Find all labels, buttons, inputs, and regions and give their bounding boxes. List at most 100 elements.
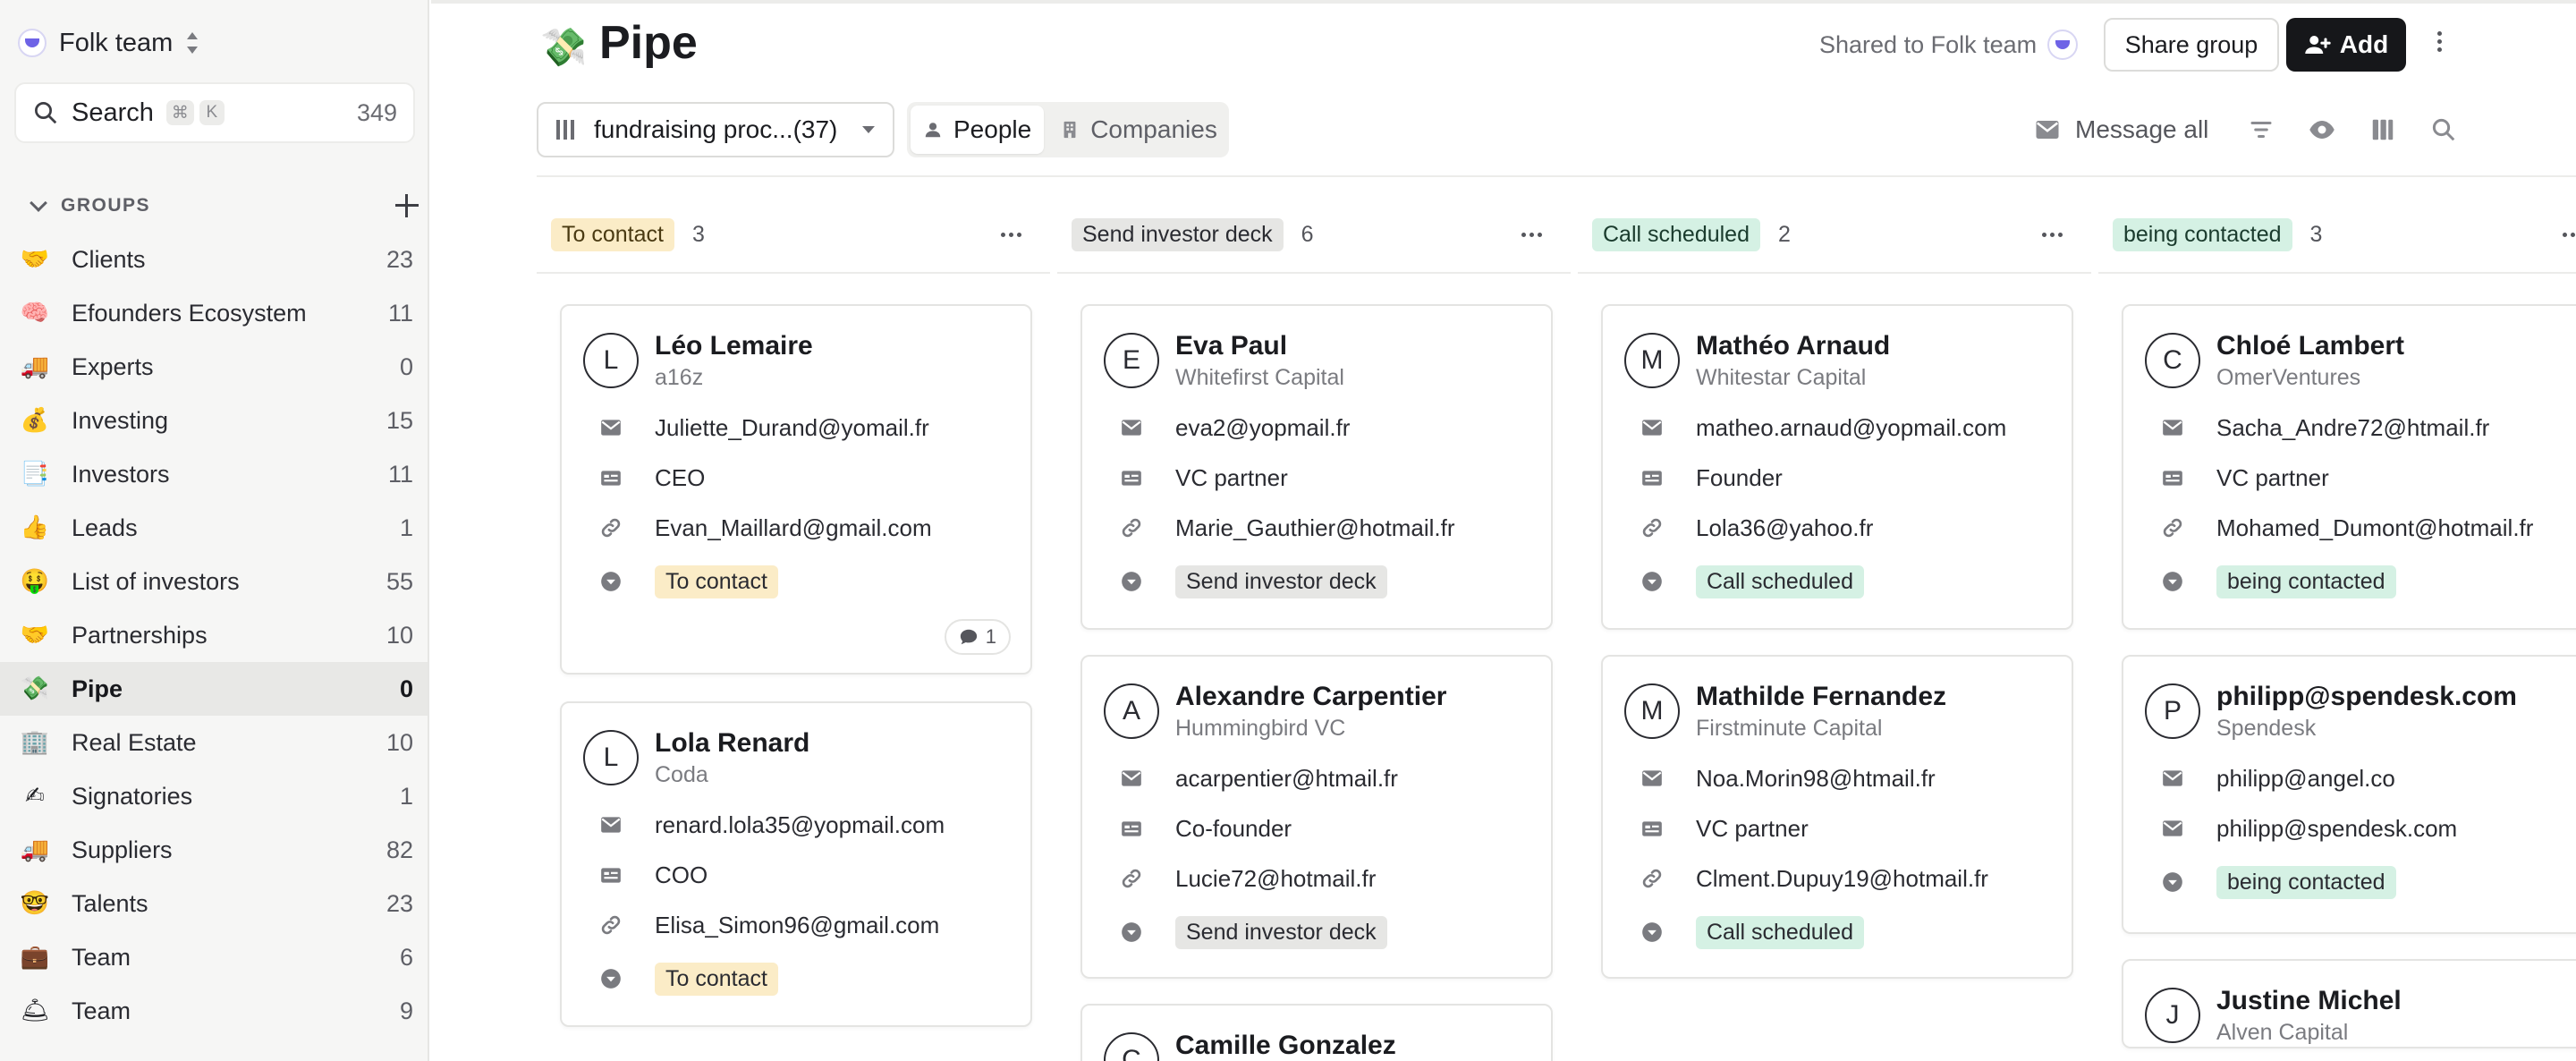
comments-button[interactable]: 1: [945, 619, 1011, 655]
eye-icon[interactable]: [2309, 116, 2335, 143]
card-field-row[interactable]: To contact: [562, 954, 1030, 1004]
card-field-row[interactable]: To contact: [562, 556, 1030, 607]
card-field-row[interactable]: Co-founder: [1082, 803, 1551, 853]
contact-card[interactable]: EEva PaulWhitefirst Capitaleva2@yopmail.…: [1080, 304, 1553, 630]
search-icon[interactable]: [2430, 116, 2457, 143]
contact-card[interactable]: AAlexandre CarpentierHummingbird VCacarp…: [1080, 655, 1553, 979]
sidebar-group-item[interactable]: 📑Investors11: [0, 447, 428, 501]
card-field-row[interactable]: VC partner: [1603, 803, 2072, 853]
sidebar-group-item[interactable]: 🚚Suppliers82: [0, 823, 428, 877]
card-field-row[interactable]: Clment.Dupuy19@hotmail.fr: [1603, 853, 2072, 904]
card-field-row[interactable]: Juliette_Durand@yomail.fr: [562, 403, 1030, 453]
tab-companies[interactable]: Companies: [1047, 106, 1230, 154]
card-field-row[interactable]: Marie_Gauthier@hotmail.fr: [1082, 503, 1551, 553]
contact-card[interactable]: LLola RenardCodarenard.lola35@yopmail.co…: [560, 701, 1032, 1027]
contact-name[interactable]: Camille Gonzalez: [1175, 1031, 1396, 1061]
contact-card[interactable]: MMathilde FernandezFirstminute CapitalNo…: [1601, 655, 2073, 979]
contact-company: OmerVentures: [2216, 365, 2360, 391]
contact-card[interactable]: LLéo Lemairea16zJuliette_Durand@yomail.f…: [560, 304, 1032, 675]
card-field-row[interactable]: Elisa_Simon96@gmail.com: [562, 900, 1030, 950]
card-field-row[interactable]: Lucie72@hotmail.fr: [1082, 853, 1551, 904]
add-group-icon[interactable]: [394, 192, 420, 219]
contact-card[interactable]: MMathéo ArnaudWhitestar Capitalmatheo.ar…: [1601, 304, 2073, 630]
tab-people-label: People: [953, 115, 1031, 144]
contact-name[interactable]: Eva Paul: [1175, 331, 1287, 361]
contact-name[interactable]: Alexandre Carpentier: [1175, 682, 1446, 712]
card-field-row[interactable]: being contacted: [2123, 857, 2576, 907]
sidebar-group-item[interactable]: 🚚Experts0: [0, 340, 428, 394]
sidebar-group-item[interactable]: 🤝Clients23: [0, 233, 428, 286]
card-field-row[interactable]: Sacha_Andre72@htmail.fr: [2123, 403, 2576, 453]
sidebar-group-item[interactable]: ✍Signatories1: [0, 769, 428, 823]
add-button[interactable]: Add: [2286, 18, 2406, 72]
sidebar-group-item[interactable]: 🤝Partnerships10: [0, 608, 428, 662]
card-field-row[interactable]: Lola36@yahoo.fr: [1603, 503, 2072, 553]
share-group-button[interactable]: Share group: [2104, 18, 2279, 72]
card-field-row[interactable]: Send investor deck: [1082, 907, 1551, 957]
contact-name[interactable]: Mathéo Arnaud: [1696, 331, 1890, 361]
card-field-row[interactable]: acarpentier@htmail.fr: [1082, 753, 1551, 803]
contact-card[interactable]: CChloé LambertOmerVenturesSacha_Andre72@…: [2122, 304, 2576, 630]
contact-name[interactable]: Mathilde Fernandez: [1696, 682, 1946, 712]
sidebar-group-item[interactable]: 💼Team6: [0, 930, 428, 984]
card-field-row[interactable]: Send investor deck: [1082, 556, 1551, 607]
card-field-row[interactable]: being contacted: [2123, 556, 2576, 607]
card-field-row[interactable]: Mohamed_Dumont@hotmail.fr: [2123, 503, 2576, 553]
message-all-button[interactable]: Message all: [2034, 115, 2208, 144]
column-more-icon[interactable]: [2563, 233, 2576, 237]
card-field-row[interactable]: matheo.arnaud@yopmail.com: [1603, 403, 2072, 453]
card-field-row[interactable]: philipp@angel.co: [2123, 753, 2576, 803]
card-field-value: philipp@spendesk.com: [2216, 815, 2457, 843]
card-field-row[interactable]: eva2@yopmail.fr: [1082, 403, 1551, 453]
contact-card[interactable]: JJustine MichelAlven Capital: [2122, 959, 2576, 1048]
contact-card[interactable]: Pphilipp@spendesk.comSpendeskphilipp@ang…: [2122, 655, 2576, 934]
more-options-icon[interactable]: [2435, 29, 2444, 61]
card-field-row[interactable]: Evan_Maillard@gmail.com: [562, 503, 1030, 553]
groups-header[interactable]: GROUPS: [27, 190, 420, 222]
sidebar-group-item[interactable]: 🛎Team9: [0, 984, 428, 1038]
view-selector[interactable]: fundraising proc...(37): [537, 102, 894, 157]
sidebar-group-item[interactable]: 👍Leads1: [0, 501, 428, 555]
contact-name[interactable]: Chloé Lambert: [2216, 331, 2404, 361]
filter-icon[interactable]: [2248, 116, 2275, 143]
sidebar-group-item[interactable]: 🤓Talents23: [0, 877, 428, 930]
card-field-row[interactable]: philipp@spendesk.com: [2123, 803, 2576, 853]
contact-name[interactable]: Léo Lemaire: [655, 331, 813, 361]
column-title-badge[interactable]: Send investor deck: [1072, 218, 1284, 251]
column-title-badge[interactable]: To contact: [551, 218, 674, 251]
card-field-row[interactable]: renard.lola35@yopmail.com: [562, 800, 1030, 850]
column-more-icon[interactable]: [1001, 233, 1021, 237]
contact-name[interactable]: philipp@spendesk.com: [2216, 682, 2517, 712]
toolbar-divider: [537, 175, 2576, 177]
kanban-column: being contacted3CChloé LambertOmerVentur…: [2098, 215, 2576, 274]
search-input[interactable]: Search ⌘ K 349: [14, 82, 415, 143]
card-field-row[interactable]: VC partner: [2123, 453, 2576, 503]
sidebar-group-item[interactable]: 🏢Real Estate10: [0, 716, 428, 769]
card-field-row[interactable]: Call scheduled: [1603, 556, 2072, 607]
shared-label: Shared to Folk team: [1819, 31, 2037, 59]
column-title-badge[interactable]: being contacted: [2113, 218, 2292, 251]
group-emoji-icon: 🤓: [20, 892, 50, 915]
columns-icon[interactable]: [2369, 116, 2396, 143]
sidebar-group-item[interactable]: 💰Investing15: [0, 394, 428, 447]
card-field-row[interactable]: VC partner: [1082, 453, 1551, 503]
contact-name[interactable]: Lola Renard: [655, 728, 809, 759]
card-field-row[interactable]: CEO: [562, 453, 1030, 503]
column-more-icon[interactable]: [2042, 233, 2063, 237]
job-title-icon: [1640, 466, 1664, 489]
card-field-row[interactable]: COO: [562, 850, 1030, 900]
column-title-badge[interactable]: Call scheduled: [1592, 218, 1760, 251]
card-field-row[interactable]: Noa.Morin98@htmail.fr: [1603, 753, 2072, 803]
card-field-row[interactable]: Call scheduled: [1603, 907, 2072, 957]
contact-name[interactable]: Justine Michel: [2216, 986, 2402, 1016]
sidebar-group-item[interactable]: 🧠Efounders Ecosystem11: [0, 286, 428, 340]
contact-card[interactable]: CCamille Gonzalez: [1080, 1004, 1553, 1061]
card-field-value: Co-founder: [1175, 815, 1292, 843]
sidebar-group-item[interactable]: 💸Pipe0: [0, 662, 428, 716]
sidebar-group-item[interactable]: 🤑List of investors55: [0, 555, 428, 608]
workspace-switcher[interactable]: Folk team: [18, 27, 199, 59]
card-field-row[interactable]: Founder: [1603, 453, 2072, 503]
shared-indicator[interactable]: Shared to Folk team: [1819, 27, 2078, 63]
column-more-icon[interactable]: [1521, 233, 1542, 237]
tab-people[interactable]: People: [911, 106, 1044, 154]
